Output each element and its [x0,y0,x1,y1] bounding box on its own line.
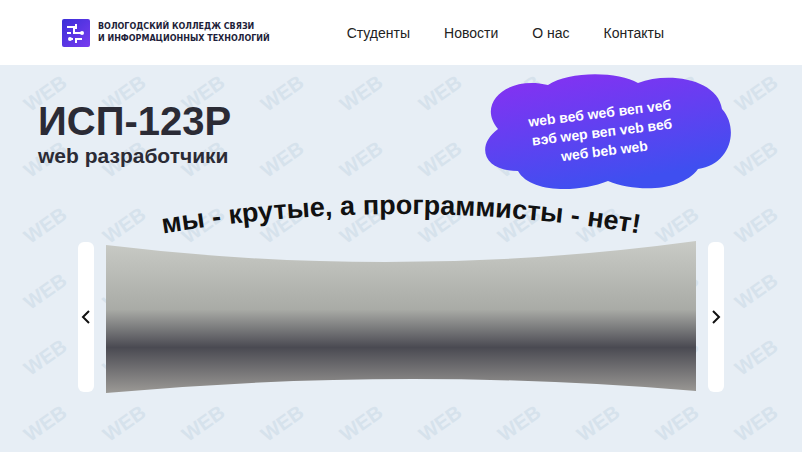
watermark-text: WEB [560,391,638,452]
watermark-text: WEB [718,193,796,257]
group-photo [106,241,696,393]
watermark-text: WEB [323,391,401,452]
nav-item[interactable]: О нас [532,25,569,41]
logo[interactable]: ВОЛОГОДСКИЙ КОЛЛЕДЖ СВЯЗИИ ИНФОРМАЦИОННЫ… [62,19,270,47]
watermark-text: WEB [718,325,796,389]
watermark-text: WEB [165,391,243,452]
watermark-text: WEB [639,391,717,452]
circuit-logo-icon [62,19,90,47]
group-subtitle: web разработчики [38,143,231,169]
header: ВОЛОГОДСКИЙ КОЛЛЕДЖ СВЯЗИИ ИНФОРМАЦИОННЫ… [0,0,802,65]
page: ВОЛОГОДСКИЙ КОЛЛЕДЖ СВЯЗИИ ИНФОРМАЦИОННЫ… [0,0,802,452]
watermark-text: WEB [86,391,164,452]
watermark-text: WEB [718,259,796,323]
logo-line: И ИНФОРМАЦИОННЫХ ТЕХНОЛОГИЙ [98,33,270,45]
nav-item[interactable]: Новости [444,25,498,41]
watermark-text: WEB [481,391,559,452]
prev-button[interactable] [78,242,94,392]
hero: WEBWEBWEBWEBWEBWEBWEBWEBWEBWEBWEBWEBWEBW… [0,65,802,452]
logo-text: ВОЛОГОДСКИЙ КОЛЛЕДЖ СВЯЗИИ ИНФОРМАЦИОННЫ… [98,21,270,45]
chevron-right-icon [711,310,721,324]
watermark-text: WEB [244,128,322,192]
group-title: ИСП-123Р [38,99,231,143]
slogan: мы - крутые, а программисты - нет! [111,189,691,247]
slogan-text: мы - крутые, а программисты - нет! [159,190,643,239]
watermark-text: WEB [402,128,480,192]
watermark-text: WEB [718,65,796,126]
watermark-text: WEB [323,128,401,192]
chevron-left-icon [81,310,91,324]
nav: Студенты Новости О нас Контакты [347,25,664,41]
watermark-text: WEB [402,391,480,452]
cloud-badge: web веб weб веп veбвэб wep веп veb вебwe… [468,71,736,193]
carousel [0,241,802,393]
watermark-text: WEB [7,193,85,257]
watermark-text: WEB [402,65,480,126]
nav-item[interactable]: Контакты [604,25,664,41]
watermark-text: WEB [718,391,796,452]
watermark-text: WEB [7,325,85,389]
watermark-text: WEB [244,65,322,126]
nav-item[interactable]: Студенты [347,25,410,41]
next-button[interactable] [708,242,724,392]
watermark-text: WEB [7,391,85,452]
watermark-text: WEB [323,65,401,126]
logo-line: ВОЛОГОДСКИЙ КОЛЛЕДЖ СВЯЗИ [98,21,270,33]
watermark-text: WEB [7,259,85,323]
watermark-text: WEB [244,391,322,452]
title-block: ИСП-123Рweb разработчики [38,71,231,189]
